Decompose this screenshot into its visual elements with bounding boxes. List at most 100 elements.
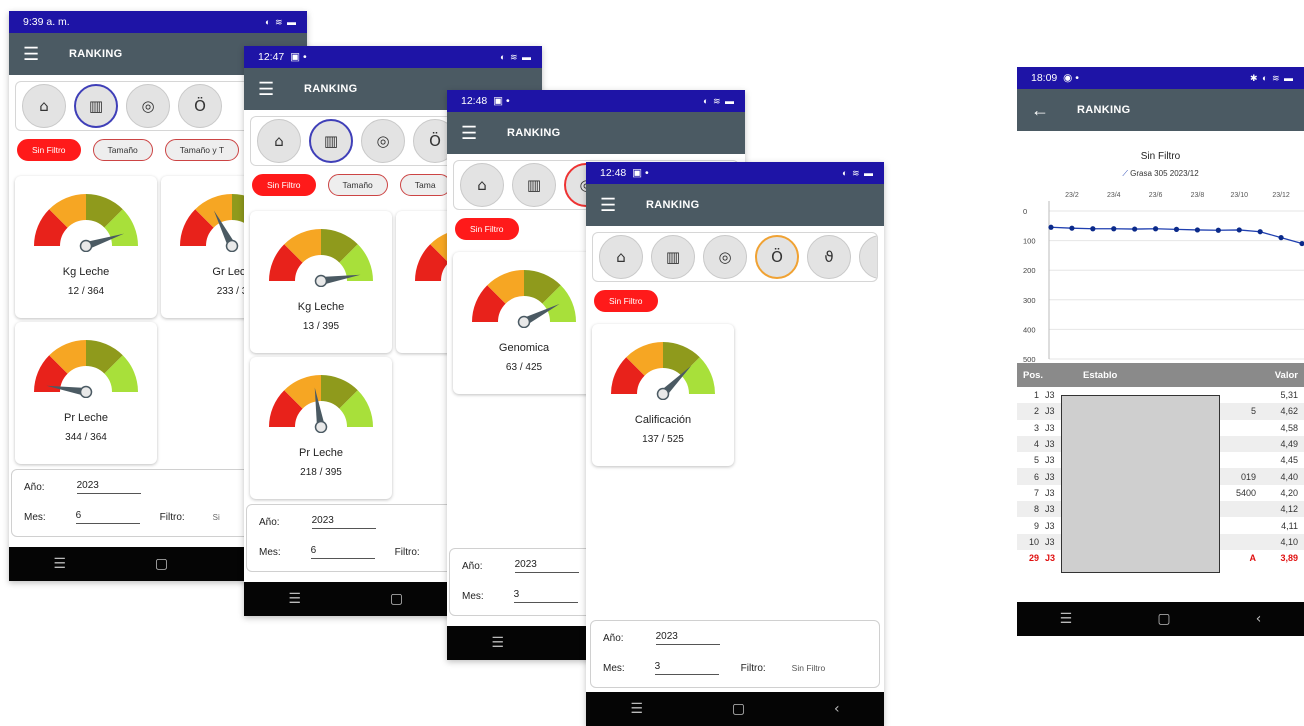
gauge-card[interactable]: Kg Leche 12 / 364: [15, 176, 157, 318]
month-field[interactable]: 6: [310, 545, 375, 559]
gauge-value: 218 / 395: [300, 467, 342, 478]
page-title: RANKING: [507, 127, 561, 139]
gauge-value: 344 / 364: [65, 432, 107, 443]
table-header: Pos. Establo Valor: [1017, 363, 1304, 387]
row-valor: 5,31: [1280, 390, 1298, 401]
gauge-card[interactable]: Genomica 63 / 425: [453, 252, 595, 394]
chip-sin-filtro[interactable]: Sin Filtro: [455, 218, 519, 240]
gauge-card[interactable]: Calificación 137 / 525: [592, 324, 734, 466]
filter-value[interactable]: Sin Filtro: [792, 663, 826, 673]
year-label: Año:: [24, 481, 45, 493]
filter-label: Filtro:: [159, 511, 185, 523]
data-point: [1173, 226, 1180, 232]
gauge-chart: [34, 194, 138, 252]
home-icon[interactable]: ▢: [155, 556, 168, 572]
filter-value[interactable]: Si: [213, 513, 220, 522]
row-pos: 2: [1033, 406, 1039, 417]
year-field[interactable]: 2023: [514, 559, 579, 573]
row-valor: 4,12: [1280, 504, 1298, 515]
medal-icon[interactable]: Ö: [178, 84, 222, 128]
status-bar: 12:47 ▣ • ◐ ≋ ▬: [244, 46, 542, 68]
y-tick-label: 400: [1023, 325, 1036, 334]
chip-sin-filtro[interactable]: Sin Filtro: [594, 290, 658, 312]
menu-icon[interactable]: ☰: [258, 79, 288, 100]
home-icon[interactable]: ▢: [732, 701, 745, 717]
col-pos: Pos.: [1023, 369, 1044, 381]
gauge-card[interactable]: Pr Leche 344 / 364: [15, 322, 157, 464]
status-icons: ✱ ◐ ≋ ▬: [1249, 72, 1294, 83]
chip-tamano-y[interactable]: Tamaño y T: [164, 139, 240, 161]
row-valor: 4,40: [1280, 471, 1298, 482]
medal-icon[interactable]: Ö: [755, 235, 799, 279]
recents-icon[interactable]: ☰: [53, 556, 66, 572]
data-point: [1069, 225, 1075, 231]
gauge-hub: [314, 274, 328, 287]
row-valor: 4,20: [1280, 487, 1298, 498]
more-icon[interactable]: [859, 235, 877, 279]
month-field[interactable]: 3: [513, 589, 578, 603]
fingerprint-icon[interactable]: ◎: [126, 84, 170, 128]
row-valor: 4,10: [1280, 536, 1298, 547]
tag-icon[interactable]: ⌂: [460, 163, 504, 207]
recents-icon[interactable]: ☰: [630, 701, 643, 717]
back-icon[interactable]: ‹: [834, 701, 840, 717]
fingerprint-icon[interactable]: ◎: [703, 235, 747, 279]
page-title: RANKING: [646, 199, 700, 211]
gauge-hub: [517, 315, 531, 328]
row-pos: 10: [1028, 536, 1039, 547]
app-bar: ☰ RANKING: [447, 112, 745, 154]
chip-tamano[interactable]: Tamaño: [327, 174, 388, 196]
barcode-icon[interactable]: ▥: [309, 119, 353, 163]
chip-sin-filtro[interactable]: Sin Filtro: [17, 139, 81, 161]
y-tick-label: 200: [1023, 266, 1036, 275]
status-icons: ◐ ≋ ▬: [842, 167, 874, 178]
page-title: RANKING: [1077, 104, 1131, 116]
home-icon[interactable]: ▢: [390, 591, 403, 607]
year-field[interactable]: 2023: [655, 631, 720, 645]
col-valor: Valor: [1274, 369, 1298, 381]
row-pos: 8: [1033, 504, 1039, 515]
menu-icon[interactable]: ☰: [600, 195, 630, 216]
gauge-card[interactable]: Kg Leche 13 / 395: [250, 211, 392, 353]
filter-label: Filtro:: [394, 546, 420, 558]
gauge-chart: [269, 229, 373, 287]
recents-icon[interactable]: ☰: [288, 591, 301, 607]
row-valor: 4,45: [1280, 455, 1298, 466]
data-point: [1111, 226, 1117, 232]
year-field[interactable]: 2023: [76, 480, 141, 494]
page-title: RANKING: [69, 48, 123, 60]
barcode-icon[interactable]: ▥: [512, 163, 556, 207]
chip-sin-filtro[interactable]: Sin Filtro: [252, 174, 316, 196]
month-field[interactable]: 6: [75, 510, 140, 524]
status-bar: 9:39 a. m. ◐ ≋ ▬: [9, 11, 307, 33]
fingerprint-icon[interactable]: ◎: [361, 119, 405, 163]
y-tick-label: 0: [1023, 207, 1027, 216]
row-pos: 7: [1033, 487, 1039, 498]
status-time: 12:48 ▣ •: [461, 95, 510, 107]
menu-icon[interactable]: ☰: [461, 123, 491, 144]
gauge-hub: [314, 420, 328, 433]
gauge-card[interactable]: Pr Leche 218 / 395: [250, 357, 392, 499]
status-time: 9:39 a. m.: [23, 16, 70, 28]
barcode-icon[interactable]: ▥: [74, 84, 118, 128]
menu-icon[interactable]: ☰: [23, 44, 53, 65]
chip-tamano-y[interactable]: Tama: [399, 174, 451, 196]
recents-icon[interactable]: ☰: [1060, 611, 1073, 627]
y-tick-label: 100: [1023, 237, 1036, 246]
recents-icon[interactable]: ☰: [491, 635, 504, 651]
year-field[interactable]: 2023: [311, 515, 376, 529]
chip-tamano[interactable]: Tamaño: [92, 139, 153, 161]
back-icon[interactable]: ‹: [1256, 611, 1262, 627]
tag-icon[interactable]: ⌂: [257, 119, 301, 163]
gauge-value: 137 / 525: [642, 434, 684, 445]
gauge-chart: [269, 375, 373, 433]
ribbon-icon[interactable]: ϑ: [807, 235, 851, 279]
barcode-icon[interactable]: ▥: [651, 235, 695, 279]
back-arrow-icon[interactable]: ←: [1031, 100, 1061, 121]
month-field[interactable]: 3: [654, 661, 719, 675]
home-icon[interactable]: ▢: [1157, 611, 1170, 627]
tag-icon[interactable]: ⌂: [22, 84, 66, 128]
data-point: [1278, 235, 1284, 241]
tag-icon[interactable]: ⌂: [599, 235, 643, 279]
gauge-label: Pr Leche: [298, 447, 344, 459]
